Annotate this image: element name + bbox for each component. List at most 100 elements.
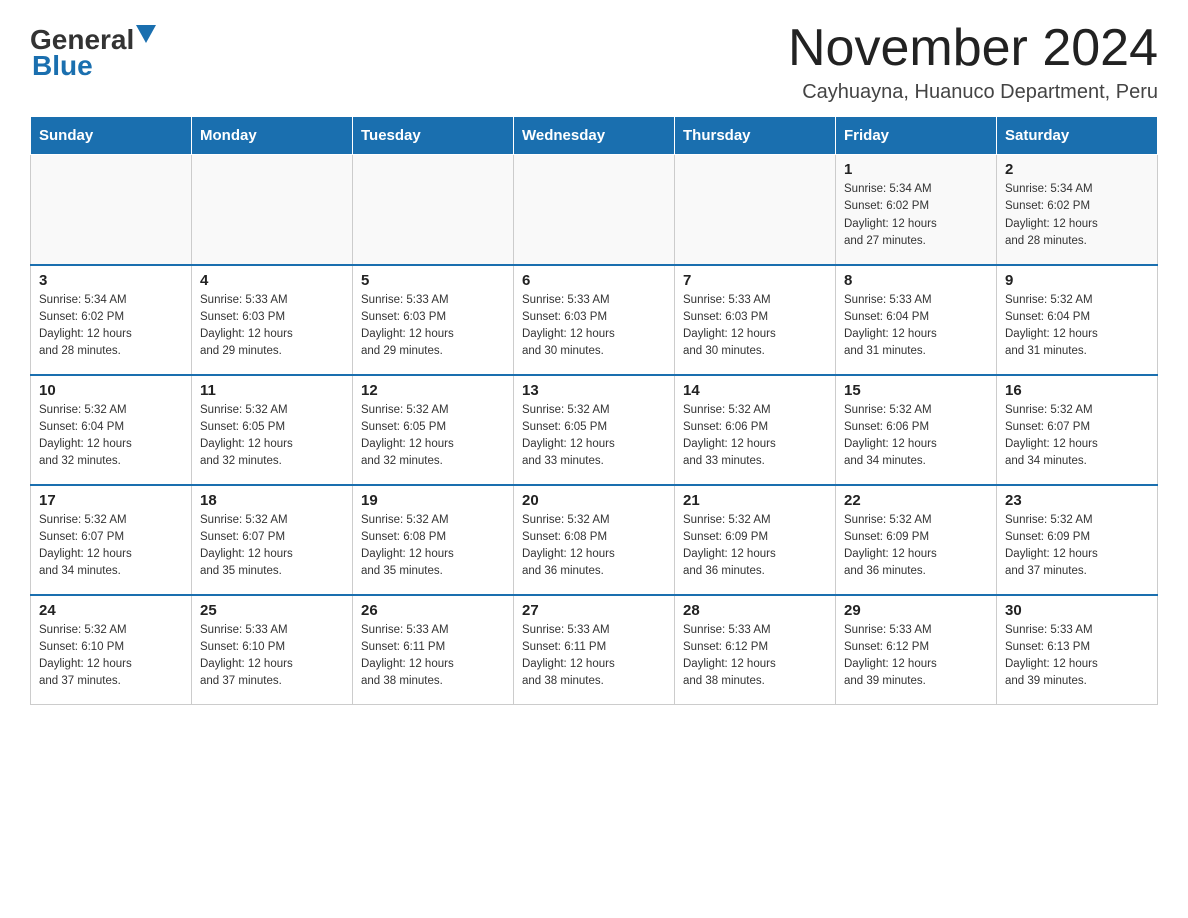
day-info: Sunrise: 5:32 AM Sunset: 6:08 PM Dayligh… [522,512,666,581]
calendar-cell: 30Sunrise: 5:33 AM Sunset: 6:13 PM Dayli… [997,595,1158,705]
day-info: Sunrise: 5:32 AM Sunset: 6:04 PM Dayligh… [39,402,183,471]
day-info: Sunrise: 5:33 AM Sunset: 6:11 PM Dayligh… [361,622,505,691]
day-info: Sunrise: 5:32 AM Sunset: 6:05 PM Dayligh… [522,402,666,471]
calendar-row-0: 1 Sunrise: 5:34 AM Sunset: 6:02 PM Daylig… [31,155,1158,265]
day-info: Sunrise: 5:32 AM Sunset: 6:07 PM Dayligh… [200,512,344,581]
day-info: Sunrise: 5:32 AM Sunset: 6:05 PM Dayligh… [200,402,344,471]
calendar-cell: 11Sunrise: 5:32 AM Sunset: 6:05 PM Dayli… [192,375,353,485]
calendar-cell: 9Sunrise: 5:32 AM Sunset: 6:04 PM Daylig… [997,265,1158,375]
calendar-cell [675,155,836,265]
calendar-cell: 2 Sunrise: 5:34 AM Sunset: 6:02 PM Daylig… [997,155,1158,265]
calendar-cell: 23 Sunrise: 5:32 AM Sunset: 6:09 PM Dayli… [997,485,1158,595]
calendar-cell: 19 Sunrise: 5:32 AM Sunset: 6:08 PM Dayli… [353,485,514,595]
day-info: Sunrise: 5:32 AM Sunset: 6:08 PM Dayligh… [361,512,505,581]
day-number: 28 [683,602,827,619]
day-number: 29 [844,602,988,619]
weekday-header-monday: Monday [192,117,353,155]
calendar-cell: 25 Sunrise: 5:33 AM Sunset: 6:10 PM Dayli… [192,595,353,705]
weekday-header-saturday: Saturday [997,117,1158,155]
weekday-header-wednesday: Wednesday [514,117,675,155]
day-info: Sunrise: 5:33 AM Sunset: 6:12 PM Dayligh… [844,622,988,691]
calendar-cell [514,155,675,265]
day-number: 4 [200,272,344,289]
day-info: Sunrise: 5:33 AM Sunset: 6:04 PM Dayligh… [844,292,988,361]
day-info: Sunrise: 5:33 AM Sunset: 6:13 PM Dayligh… [1005,622,1149,691]
calendar-cell: 8Sunrise: 5:33 AM Sunset: 6:04 PM Daylig… [836,265,997,375]
calendar-cell: 7 Sunrise: 5:33 AM Sunset: 6:03 PM Daylig… [675,265,836,375]
day-number: 1 [844,161,988,178]
logo-blue: Blue [30,50,93,82]
day-number: 21 [683,492,827,509]
day-info: Sunrise: 5:32 AM Sunset: 6:09 PM Dayligh… [1005,512,1149,581]
calendar-cell: 3 Sunrise: 5:34 AM Sunset: 6:02 PM Daylig… [31,265,192,375]
calendar-row-4: 24 Sunrise: 5:32 AM Sunset: 6:10 PM Dayli… [31,595,1158,705]
calendar-cell: 17 Sunrise: 5:32 AM Sunset: 6:07 PM Dayli… [31,485,192,595]
day-number: 24 [39,602,183,619]
day-number: 26 [361,602,505,619]
day-number: 22 [844,492,988,509]
calendar-table: SundayMondayTuesdayWednesdayThursdayFrid… [30,116,1158,705]
day-info: Sunrise: 5:33 AM Sunset: 6:12 PM Dayligh… [683,622,827,691]
day-number: 10 [39,382,183,399]
calendar-cell [31,155,192,265]
calendar-cell: 20 Sunrise: 5:32 AM Sunset: 6:08 PM Dayli… [514,485,675,595]
month-title: November 2024 [788,20,1158,77]
day-info: Sunrise: 5:32 AM Sunset: 6:09 PM Dayligh… [683,512,827,581]
day-number: 20 [522,492,666,509]
page-header: General Blue November 2024 Cayhuayna, Hu… [30,20,1158,104]
day-number: 25 [200,602,344,619]
day-number: 19 [361,492,505,509]
day-number: 23 [1005,492,1149,509]
day-info: Sunrise: 5:33 AM Sunset: 6:10 PM Dayligh… [200,622,344,691]
day-number: 27 [522,602,666,619]
day-info: Sunrise: 5:33 AM Sunset: 6:03 PM Dayligh… [683,292,827,361]
day-info: Sunrise: 5:32 AM Sunset: 6:04 PM Dayligh… [1005,292,1149,361]
calendar-cell: 18 Sunrise: 5:32 AM Sunset: 6:07 PM Dayli… [192,485,353,595]
location-title: Cayhuayna, Huanuco Department, Peru [788,81,1158,104]
day-info: Sunrise: 5:32 AM Sunset: 6:05 PM Dayligh… [361,402,505,471]
calendar-cell: 6Sunrise: 5:33 AM Sunset: 6:03 PM Daylig… [514,265,675,375]
calendar-cell [192,155,353,265]
calendar-cell: 16Sunrise: 5:32 AM Sunset: 6:07 PM Dayli… [997,375,1158,485]
day-info: Sunrise: 5:32 AM Sunset: 6:06 PM Dayligh… [844,402,988,471]
calendar-cell: 5Sunrise: 5:33 AM Sunset: 6:03 PM Daylig… [353,265,514,375]
day-info: Sunrise: 5:34 AM Sunset: 6:02 PM Dayligh… [844,181,988,250]
calendar-cell: 24 Sunrise: 5:32 AM Sunset: 6:10 PM Dayli… [31,595,192,705]
calendar-cell: 12 Sunrise: 5:32 AM Sunset: 6:05 PM Dayli… [353,375,514,485]
day-number: 13 [522,382,666,399]
day-info: Sunrise: 5:33 AM Sunset: 6:03 PM Dayligh… [200,292,344,361]
day-info: Sunrise: 5:32 AM Sunset: 6:07 PM Dayligh… [1005,402,1149,471]
day-number: 3 [39,272,183,289]
calendar-cell: 27Sunrise: 5:33 AM Sunset: 6:11 PM Dayli… [514,595,675,705]
calendar-cell: 13 Sunrise: 5:32 AM Sunset: 6:05 PM Dayli… [514,375,675,485]
calendar-cell: 10 Sunrise: 5:32 AM Sunset: 6:04 PM Dayli… [31,375,192,485]
calendar-cell: 22Sunrise: 5:32 AM Sunset: 6:09 PM Dayli… [836,485,997,595]
day-info: Sunrise: 5:34 AM Sunset: 6:02 PM Dayligh… [1005,181,1149,250]
day-info: Sunrise: 5:32 AM Sunset: 6:07 PM Dayligh… [39,512,183,581]
calendar-cell: 4 Sunrise: 5:33 AM Sunset: 6:03 PM Daylig… [192,265,353,375]
weekday-header-row: SundayMondayTuesdayWednesdayThursdayFrid… [31,117,1158,155]
day-info: Sunrise: 5:33 AM Sunset: 6:03 PM Dayligh… [522,292,666,361]
calendar-cell: 28 Sunrise: 5:33 AM Sunset: 6:12 PM Dayli… [675,595,836,705]
day-number: 17 [39,492,183,509]
calendar-cell: 29 Sunrise: 5:33 AM Sunset: 6:12 PM Dayli… [836,595,997,705]
day-info: Sunrise: 5:32 AM Sunset: 6:10 PM Dayligh… [39,622,183,691]
day-number: 7 [683,272,827,289]
logo: General Blue [30,20,156,82]
day-number: 2 [1005,161,1149,178]
day-number: 5 [361,272,505,289]
day-number: 15 [844,382,988,399]
calendar-row-1: 3 Sunrise: 5:34 AM Sunset: 6:02 PM Daylig… [31,265,1158,375]
calendar-cell: 21 Sunrise: 5:32 AM Sunset: 6:09 PM Dayli… [675,485,836,595]
day-number: 18 [200,492,344,509]
calendar-cell: 15 Sunrise: 5:32 AM Sunset: 6:06 PM Dayli… [836,375,997,485]
calendar-cell: 1 Sunrise: 5:34 AM Sunset: 6:02 PM Daylig… [836,155,997,265]
day-number: 12 [361,382,505,399]
title-section: November 2024 Cayhuayna, Huanuco Departm… [788,20,1158,104]
calendar-cell: 26 Sunrise: 5:33 AM Sunset: 6:11 PM Dayli… [353,595,514,705]
weekday-header-thursday: Thursday [675,117,836,155]
calendar-row-2: 10 Sunrise: 5:32 AM Sunset: 6:04 PM Dayli… [31,375,1158,485]
calendar-row-3: 17 Sunrise: 5:32 AM Sunset: 6:07 PM Dayli… [31,485,1158,595]
calendar-cell: 14Sunrise: 5:32 AM Sunset: 6:06 PM Dayli… [675,375,836,485]
day-info: Sunrise: 5:34 AM Sunset: 6:02 PM Dayligh… [39,292,183,361]
